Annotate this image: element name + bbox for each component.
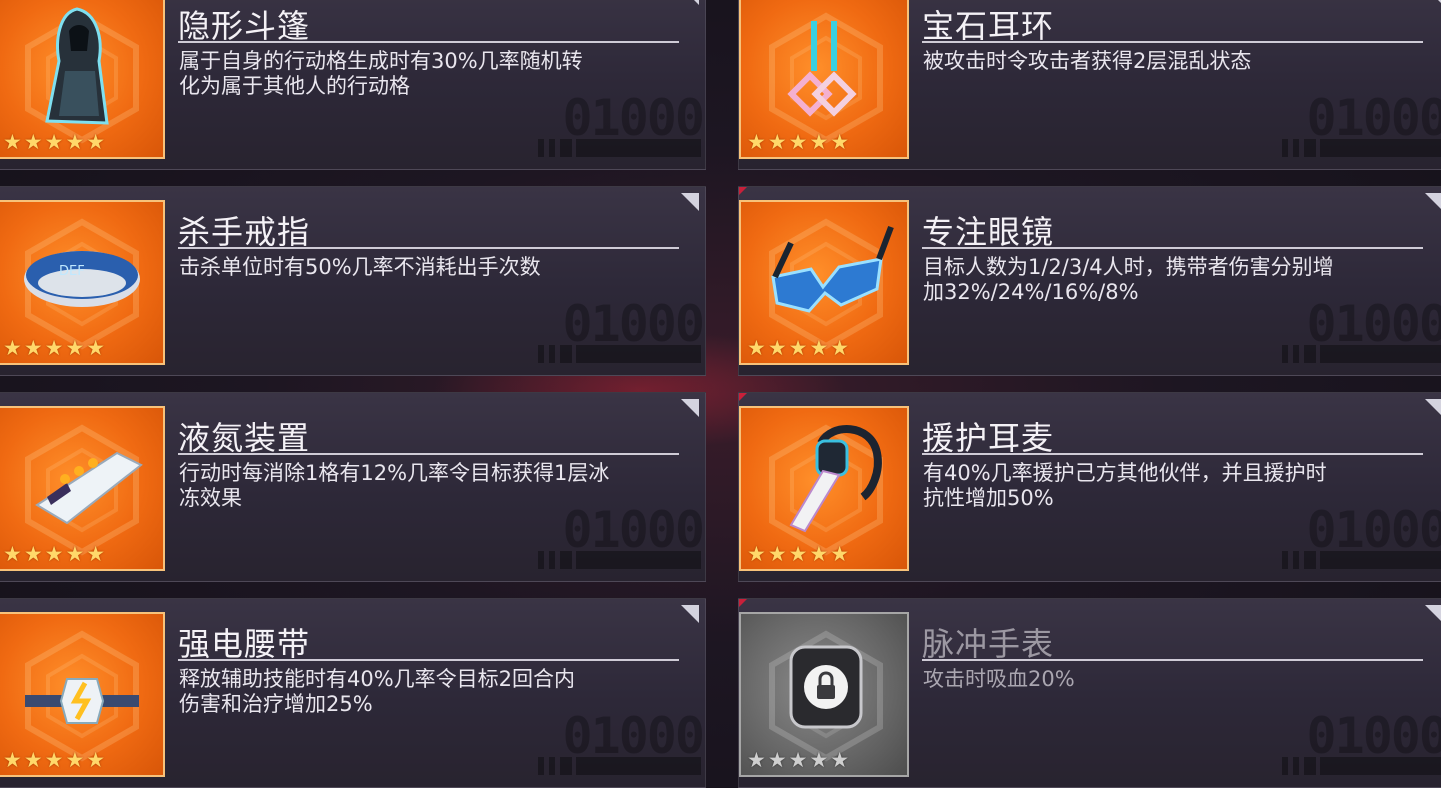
item-icon-frame: ★★★★★ [739, 612, 909, 777]
headset-icon [789, 425, 882, 533]
watch-icon [789, 645, 863, 729]
corner-marker [1425, 0, 1441, 5]
equipment-card[interactable]: ★★★★★ 液氮装置 行动时每消除1格有12%几率令目标获得1层冰 冻效果 010… [0, 392, 706, 582]
corner-marker [1425, 605, 1441, 623]
equipment-card[interactable]: ★★★★★ 脉冲手表 攻击时吸血20% 01000 [738, 598, 1441, 788]
equipment-card[interactable]: ★★★★★ 强电腰带 释放辅助技能时有40%几率令目标2回合内 伤害和治疗增加25… [0, 598, 706, 788]
item-icon-frame: ★★★★★ [739, 0, 909, 159]
corner-marker [1425, 193, 1441, 211]
item-description: 被攻击时令攻击者获得2层混乱状态 [923, 49, 1252, 73]
corner-marker [681, 399, 699, 417]
equipment-card[interactable]: ★★★★★ 援护耳麦 有40%几率援护己方其他伙伴，并且援护时 抗性增加50% 0… [738, 392, 1441, 582]
corner-marker [681, 605, 699, 623]
red-marker [739, 187, 748, 196]
item-icon-frame: ★★★★★ [0, 612, 165, 777]
red-marker [739, 599, 748, 608]
red-marker [739, 393, 748, 402]
divider [178, 659, 679, 661]
corner-marker [1425, 399, 1441, 417]
item-icon-frame: DEF ★★★★★ [0, 200, 165, 365]
rarity-stars: ★★★★★ [3, 130, 108, 154]
divider [922, 453, 1423, 455]
corner-marker [681, 0, 699, 5]
rarity-stars: ★★★★★ [3, 748, 108, 772]
rarity-stars: ★★★★★ [3, 336, 108, 360]
divider [922, 41, 1423, 43]
divider [178, 453, 679, 455]
rarity-stars: ★★★★★ [747, 130, 852, 154]
corner-marker [681, 193, 699, 211]
rarity-stars: ★★★★★ [3, 542, 108, 566]
rarity-stars: ★★★★★ [747, 748, 852, 772]
divider [178, 41, 679, 43]
decor-bars [1282, 551, 1441, 569]
earring-icon [787, 21, 857, 117]
item-description: 击杀单位时有50%几率不消耗出手次数 [179, 255, 541, 279]
item-icon-frame: ★★★★★ [739, 200, 909, 365]
decor-bars [538, 551, 703, 569]
rarity-stars: ★★★★★ [747, 336, 852, 360]
item-icon-frame: ★★★★★ [0, 0, 165, 159]
rarity-stars: ★★★★★ [747, 542, 852, 566]
equipment-card[interactable]: ★★★★★ 隐形斗篷 属于自身的行动格生成时有30%几率随机转 化为属于其他人的行… [0, 0, 706, 170]
cloak-icon [45, 7, 109, 125]
decor-bars [1282, 757, 1441, 775]
divider [922, 659, 1423, 661]
item-icon-frame: ★★★★★ [0, 406, 165, 571]
divider [922, 247, 1423, 249]
nitrogen-device-icon [35, 451, 143, 525]
decor-bars [1282, 139, 1441, 157]
ring-icon: DEF [24, 251, 140, 307]
equipment-card[interactable]: DEF ★★★★★ 杀手戒指 击杀单位时有50%几率不消耗出手次数 01000 [0, 186, 706, 376]
equipment-card[interactable]: ★★★★★ 专注眼镜 目标人数为1/2/3/4人时，携带者伤害分别增 加32%/2… [738, 186, 1441, 376]
belt-icon [25, 678, 139, 724]
glasses-icon [771, 225, 894, 313]
svg-text:DEF: DEF [59, 264, 85, 279]
item-icon-frame: ★★★★★ [739, 406, 909, 571]
decor-bars [538, 345, 703, 363]
item-description: 攻击时吸血20% [923, 667, 1075, 691]
equipment-card[interactable]: ★★★★★ 宝石耳环 被攻击时令攻击者获得2层混乱状态 01000 [738, 0, 1441, 170]
divider [178, 247, 679, 249]
decor-bars [538, 139, 703, 157]
decor-bars [1282, 345, 1441, 363]
decor-bars [538, 757, 703, 775]
